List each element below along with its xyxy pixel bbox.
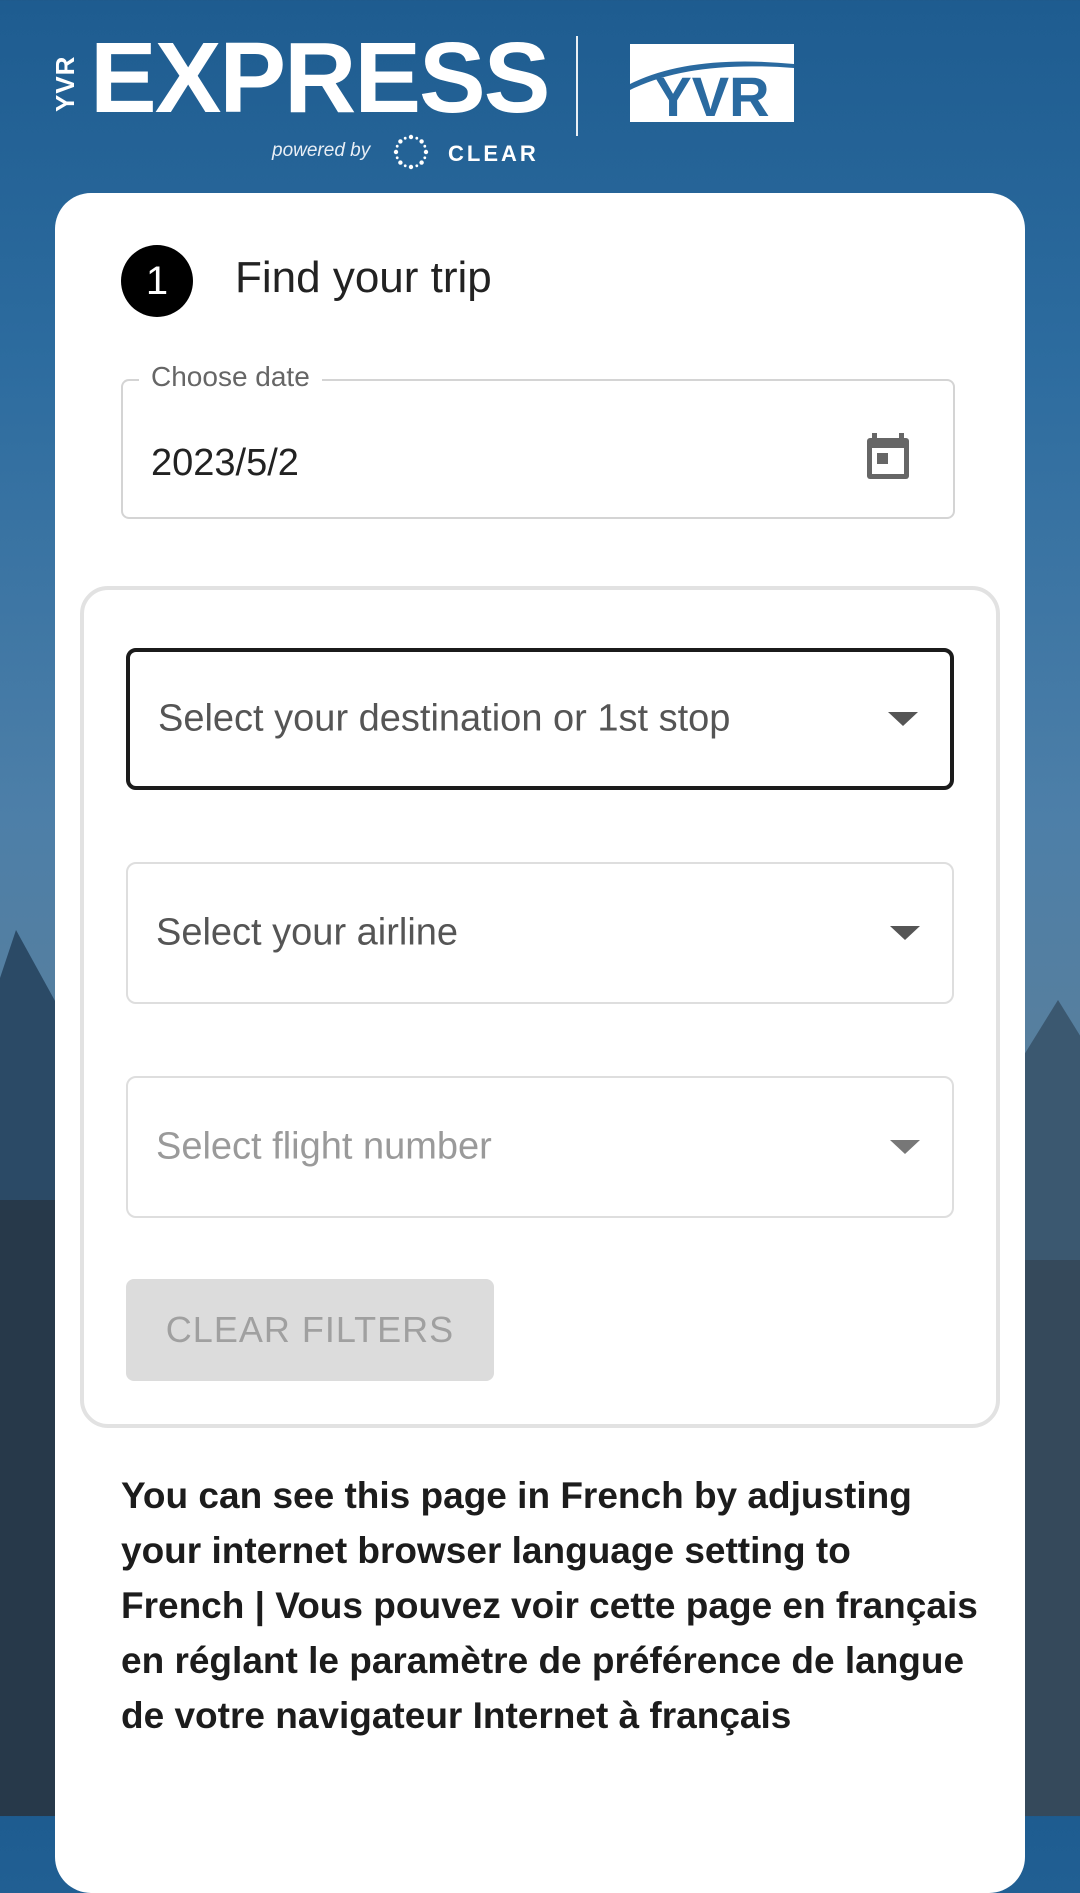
- flight-number-select-placeholder: Select flight number: [156, 1125, 492, 1168]
- destination-select[interactable]: Select your destination or 1st stop: [126, 648, 954, 790]
- destination-select-placeholder: Select your destination or 1st stop: [158, 697, 731, 740]
- clear-logo-icon: [393, 134, 429, 170]
- airline-select-placeholder: Select your airline: [156, 911, 459, 954]
- header: YVR EXPRESS powered by CLEAR YVR: [0, 0, 1080, 190]
- chevron-down-icon: [888, 712, 918, 726]
- background-city-right: [1020, 1260, 1080, 1816]
- filters-panel: Select your destination or 1st stop Sele…: [80, 586, 1000, 1428]
- date-input[interactable]: [149, 441, 753, 486]
- chevron-down-icon: [890, 926, 920, 940]
- express-title: EXPRESS: [90, 22, 550, 134]
- clear-filters-button[interactable]: CLEAR FILTERS: [126, 1279, 494, 1381]
- yvr-logo-icon: YVR: [630, 44, 794, 122]
- background-city-left: [0, 1200, 60, 1816]
- clear-brand-text: CLEAR: [448, 141, 539, 166]
- flight-number-select[interactable]: Select flight number: [126, 1076, 954, 1218]
- language-note: You can see this page in French by adjus…: [121, 1475, 978, 1736]
- chevron-down-icon: [890, 1140, 920, 1154]
- svg-text:YVR: YVR: [654, 65, 769, 122]
- trip-card: 1 Find your trip Choose date Select your…: [55, 193, 1025, 1893]
- airline-select[interactable]: Select your airline: [126, 862, 954, 1004]
- step-title: Find your trip: [235, 253, 492, 302]
- date-field[interactable]: Choose date: [121, 361, 955, 519]
- header-divider: [576, 36, 578, 136]
- yvr-vertical-text: YVR: [50, 55, 80, 113]
- powered-by-text: powered by: [272, 140, 371, 161]
- calendar-icon[interactable]: [865, 433, 911, 481]
- date-field-label: Choose date: [139, 361, 322, 393]
- step-number-badge: 1: [121, 245, 193, 317]
